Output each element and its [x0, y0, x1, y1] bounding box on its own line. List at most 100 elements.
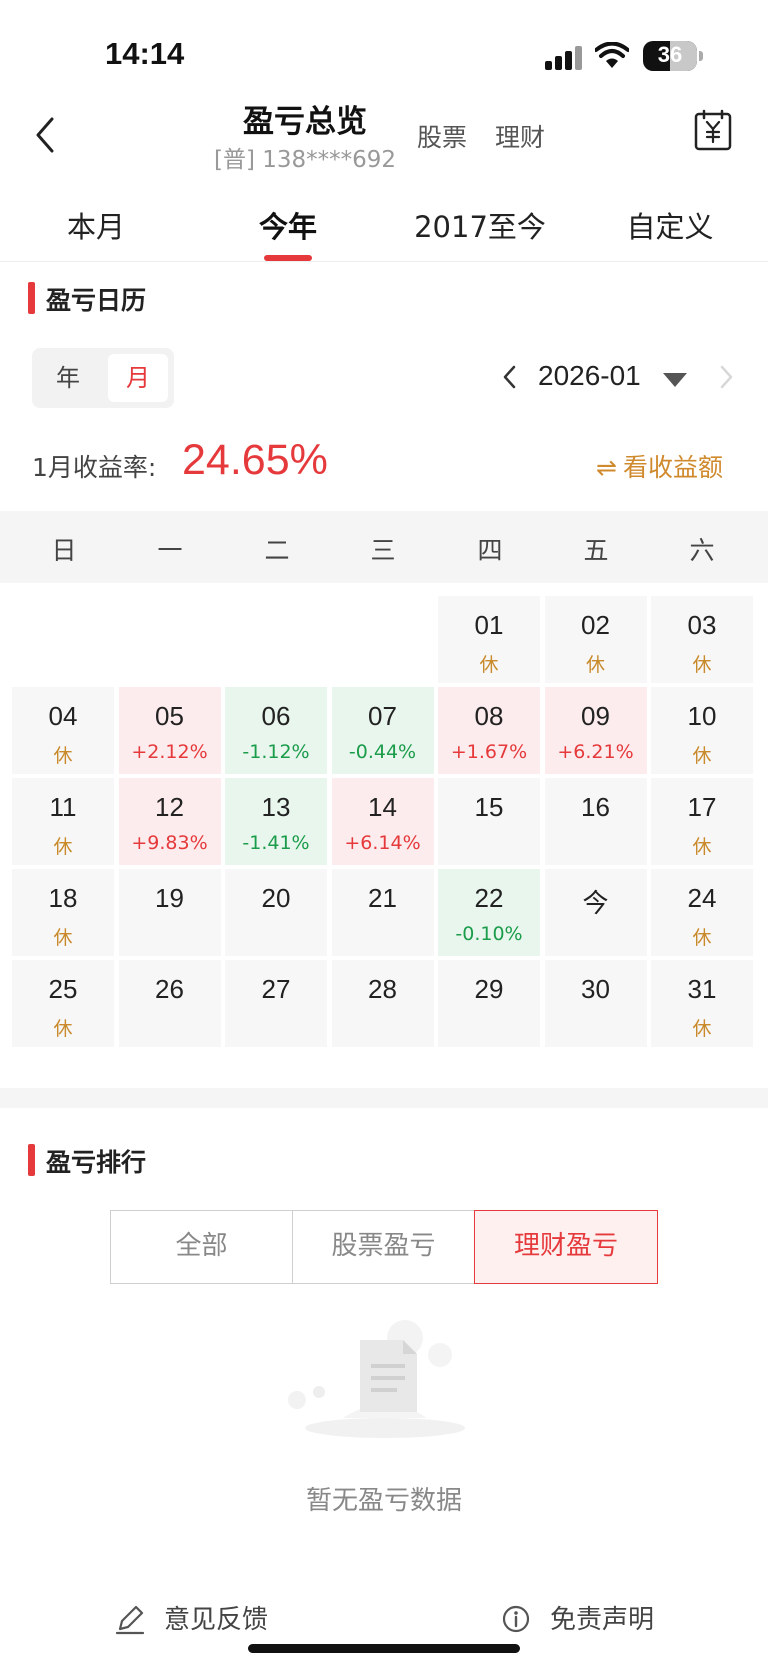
- holiday-label: 休: [53, 927, 73, 949]
- calendar-day-cell[interactable]: 17 休: [651, 778, 753, 865]
- header-link-wealth[interactable]: 理财: [495, 118, 545, 154]
- battery-icon: 36: [643, 41, 697, 71]
- next-month-icon[interactable]: [716, 362, 736, 392]
- bill-icon[interactable]: [693, 108, 733, 152]
- calendar-day-cell[interactable]: 29: [438, 960, 540, 1047]
- back-chevron-icon[interactable]: [28, 110, 68, 160]
- calendar-day-cell[interactable]: 03 休: [651, 596, 753, 683]
- calendar-day-cell[interactable]: 27: [225, 960, 327, 1047]
- tab-this-year[interactable]: 今年: [252, 204, 324, 246]
- cellular-signal-icon: [545, 46, 583, 70]
- calendar-day-number: 25: [48, 974, 78, 1004]
- status-time: 14:14: [105, 36, 185, 71]
- holiday-label: 休: [692, 927, 712, 949]
- calendar-day-number: 22: [474, 883, 504, 913]
- calendar-day-cell[interactable]: 02 休: [544, 596, 647, 683]
- weekday-sun: 日: [51, 536, 77, 565]
- daily-return: +1.67%: [450, 741, 528, 763]
- calendar-day-number: 28: [368, 974, 397, 1004]
- calendar-day-cell[interactable]: 15: [438, 778, 540, 865]
- daily-return: -1.41%: [242, 832, 310, 854]
- holiday-label: 休: [53, 836, 73, 858]
- calendar-day-cell[interactable]: 20: [225, 869, 327, 956]
- daily-return: +2.12%: [131, 741, 208, 763]
- prev-month-icon[interactable]: [500, 362, 520, 392]
- header-link-stock[interactable]: 股票: [417, 118, 467, 154]
- calendar-day-cell[interactable]: 09 +6.21%: [544, 687, 647, 774]
- calendar-day-cell[interactable]: 18 休: [12, 869, 114, 956]
- weekday-thu: 四: [477, 536, 503, 565]
- calendar-day-number: 02: [581, 610, 610, 640]
- calendar-day-number: 12: [155, 792, 184, 822]
- calendar-day-number: 09: [581, 701, 610, 731]
- calendar-day-cell[interactable]: 19: [118, 869, 221, 956]
- calendar-day-cell[interactable]: 07 -0.44%: [331, 687, 434, 774]
- calendar-day-cell[interactable]: 24 休: [651, 869, 753, 956]
- calendar-day-cell[interactable]: 28: [331, 960, 434, 1047]
- calendar-day-cell[interactable]: 12 +9.83%: [118, 778, 221, 865]
- calendar-day-number: 01: [474, 610, 504, 640]
- calendar-day-cell[interactable]: 今: [544, 869, 647, 956]
- month-picker-value[interactable]: 2026-01: [538, 360, 641, 392]
- calendar-day-number: 15: [474, 792, 504, 822]
- calendar-day-cell[interactable]: 11 休: [12, 778, 114, 865]
- feedback-label: 意见反馈: [164, 1605, 269, 1635]
- view-amount-button[interactable]: ⇌ 看收益额: [596, 448, 723, 484]
- year-month-toggle: 年 月: [32, 348, 174, 408]
- dropdown-caret-icon[interactable]: [663, 373, 687, 387]
- calendar-day-number: 14: [368, 792, 397, 822]
- calendar-day-number: 29: [474, 974, 504, 1004]
- holiday-label: 休: [585, 654, 605, 676]
- calendar-day-number: 18: [48, 883, 78, 913]
- daily-return: -0.44%: [348, 741, 417, 763]
- calendar-day-cell[interactable]: 06 -1.12%: [225, 687, 327, 774]
- swap-icon: ⇌: [596, 453, 617, 482]
- weekday-wed: 三: [370, 536, 396, 565]
- daily-return: +6.21%: [557, 741, 634, 763]
- calendar-day-cell[interactable]: 08 +1.67%: [438, 687, 540, 774]
- calendar-day-number: 04: [48, 701, 78, 731]
- holiday-label: 休: [53, 1018, 73, 1040]
- calendar-day-cell[interactable]: 21: [331, 869, 434, 956]
- calendar-day-number: 21: [368, 883, 397, 913]
- calendar-day-cell[interactable]: 13 -1.41%: [225, 778, 327, 865]
- calendar-day-number: 27: [261, 974, 291, 1004]
- tab-this-month[interactable]: 本月: [60, 204, 132, 246]
- wifi-icon: [595, 42, 629, 68]
- segment-all[interactable]: 全部: [110, 1210, 293, 1284]
- calendar-day-number: 11: [49, 792, 77, 822]
- calendar-day-cell[interactable]: 26: [118, 960, 221, 1047]
- calendar-day-cell[interactable]: 22 -0.10%: [438, 869, 540, 956]
- calendar-day-cell[interactable]: 30: [544, 960, 647, 1047]
- calendar-day-cell[interactable]: 01 休: [438, 596, 540, 683]
- calendar-day-number: 03: [687, 610, 717, 640]
- daily-return: -0.10%: [455, 923, 523, 945]
- page-title: 盈亏总览: [243, 104, 367, 140]
- calendar-day-number: 今: [582, 888, 609, 918]
- calendar-day-cell[interactable]: 04 休: [12, 687, 114, 774]
- tab-since-2017[interactable]: 2017至今: [400, 204, 560, 246]
- segment-wealth-pnl[interactable]: 理财盈亏: [474, 1210, 658, 1284]
- battery-tip: [699, 51, 703, 61]
- section-accent-bar: [28, 282, 35, 314]
- tab-custom[interactable]: 自定义: [620, 204, 720, 246]
- toggle-year[interactable]: 年: [38, 354, 98, 402]
- view-amount-label: 看收益额: [622, 453, 723, 482]
- info-icon: [502, 1605, 530, 1633]
- holiday-label: 休: [692, 1018, 712, 1040]
- calendar-day-cell[interactable]: 14 +6.14%: [331, 778, 434, 865]
- calendar-day-cell[interactable]: 16: [544, 778, 647, 865]
- holiday-label: 休: [692, 654, 712, 676]
- calendar-day-cell[interactable]: 10 休: [651, 687, 753, 774]
- calendar-section-title: 盈亏日历: [46, 286, 147, 315]
- calendar-day-cell[interactable]: 05 +2.12%: [118, 687, 221, 774]
- segment-stock-pnl[interactable]: 股票盈亏: [292, 1210, 475, 1284]
- calendar-day-cell[interactable]: 31 休: [651, 960, 753, 1047]
- ranking-section-title: 盈亏排行: [46, 1148, 147, 1177]
- toggle-month[interactable]: 月: [108, 354, 168, 402]
- disclaimer-label: 免责声明: [550, 1605, 655, 1635]
- calendar-day-number: 30: [581, 974, 610, 1004]
- weekday-mon: 一: [157, 536, 183, 565]
- calendar-day-cell[interactable]: 25 休: [12, 960, 114, 1047]
- daily-return: +9.83%: [131, 832, 208, 854]
